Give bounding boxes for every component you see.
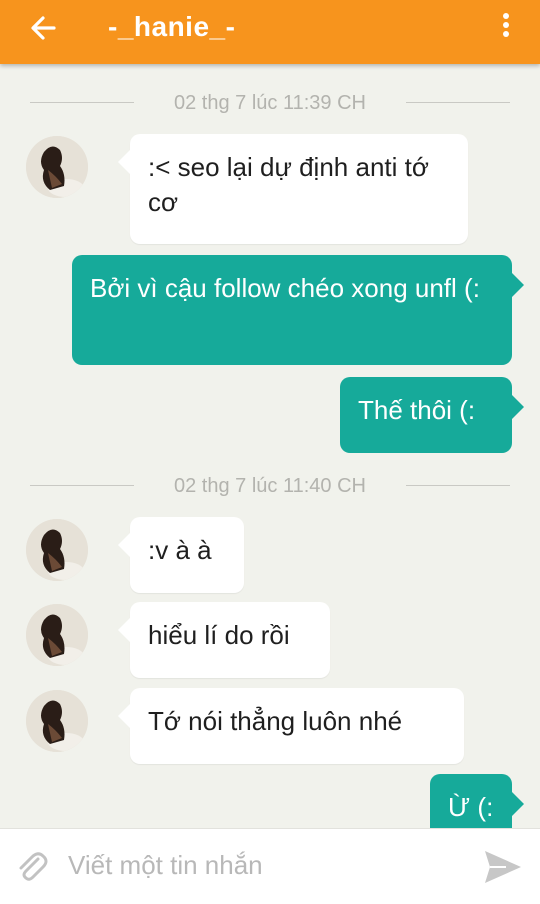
arrow-left-icon — [31, 16, 56, 40]
date-divider: 02 thg 7 lúc 11:39 CH — [30, 88, 510, 118]
attach-button[interactable] — [12, 847, 52, 887]
incoming-message[interactable]: hiểu lí do rồi — [118, 602, 330, 678]
app-bar: -_hanie_- — [0, 0, 540, 64]
outgoing-message[interactable]: Bởi vì cậu follow chéo xong unfl (: — [72, 255, 524, 365]
send-icon — [485, 851, 521, 883]
date-divider-label: 02 thg 7 lúc 11:40 CH — [174, 475, 366, 497]
avatar[interactable] — [26, 604, 88, 666]
outgoing-message[interactable]: Thế thôi (: — [340, 377, 524, 453]
date-divider: 02 thg 7 lúc 11:40 CH — [30, 471, 510, 501]
more-vertical-icon — [494, 13, 518, 37]
send-button[interactable] — [482, 847, 524, 887]
paperclip-icon — [19, 852, 48, 881]
more-options-button[interactable] — [494, 10, 518, 40]
outgoing-message[interactable]: Ừ (: — [430, 774, 524, 828]
avatar[interactable] — [26, 519, 88, 581]
avatar-photo — [26, 604, 88, 666]
avatar-photo — [26, 519, 88, 581]
incoming-message[interactable]: Tớ nói thẳng luôn nhé — [118, 688, 464, 764]
avatar-photo — [26, 136, 88, 198]
message-list[interactable]: 02 thg 7 lúc 11:39 CH :< seo lại dự định… — [0, 64, 540, 828]
conversation-title[interactable]: -_hanie_- — [108, 10, 235, 44]
date-divider-label: 02 thg 7 lúc 11:39 CH — [174, 92, 366, 114]
avatar[interactable] — [26, 136, 88, 198]
message-composer — [0, 828, 540, 904]
incoming-message[interactable]: :< seo lại dự định anti tớ cơ — [118, 134, 468, 244]
avatar[interactable] — [26, 690, 88, 752]
incoming-message[interactable]: :v à à — [118, 517, 244, 593]
message-input[interactable] — [66, 843, 460, 887]
avatar-photo — [26, 690, 88, 752]
back-button[interactable] — [26, 10, 62, 46]
